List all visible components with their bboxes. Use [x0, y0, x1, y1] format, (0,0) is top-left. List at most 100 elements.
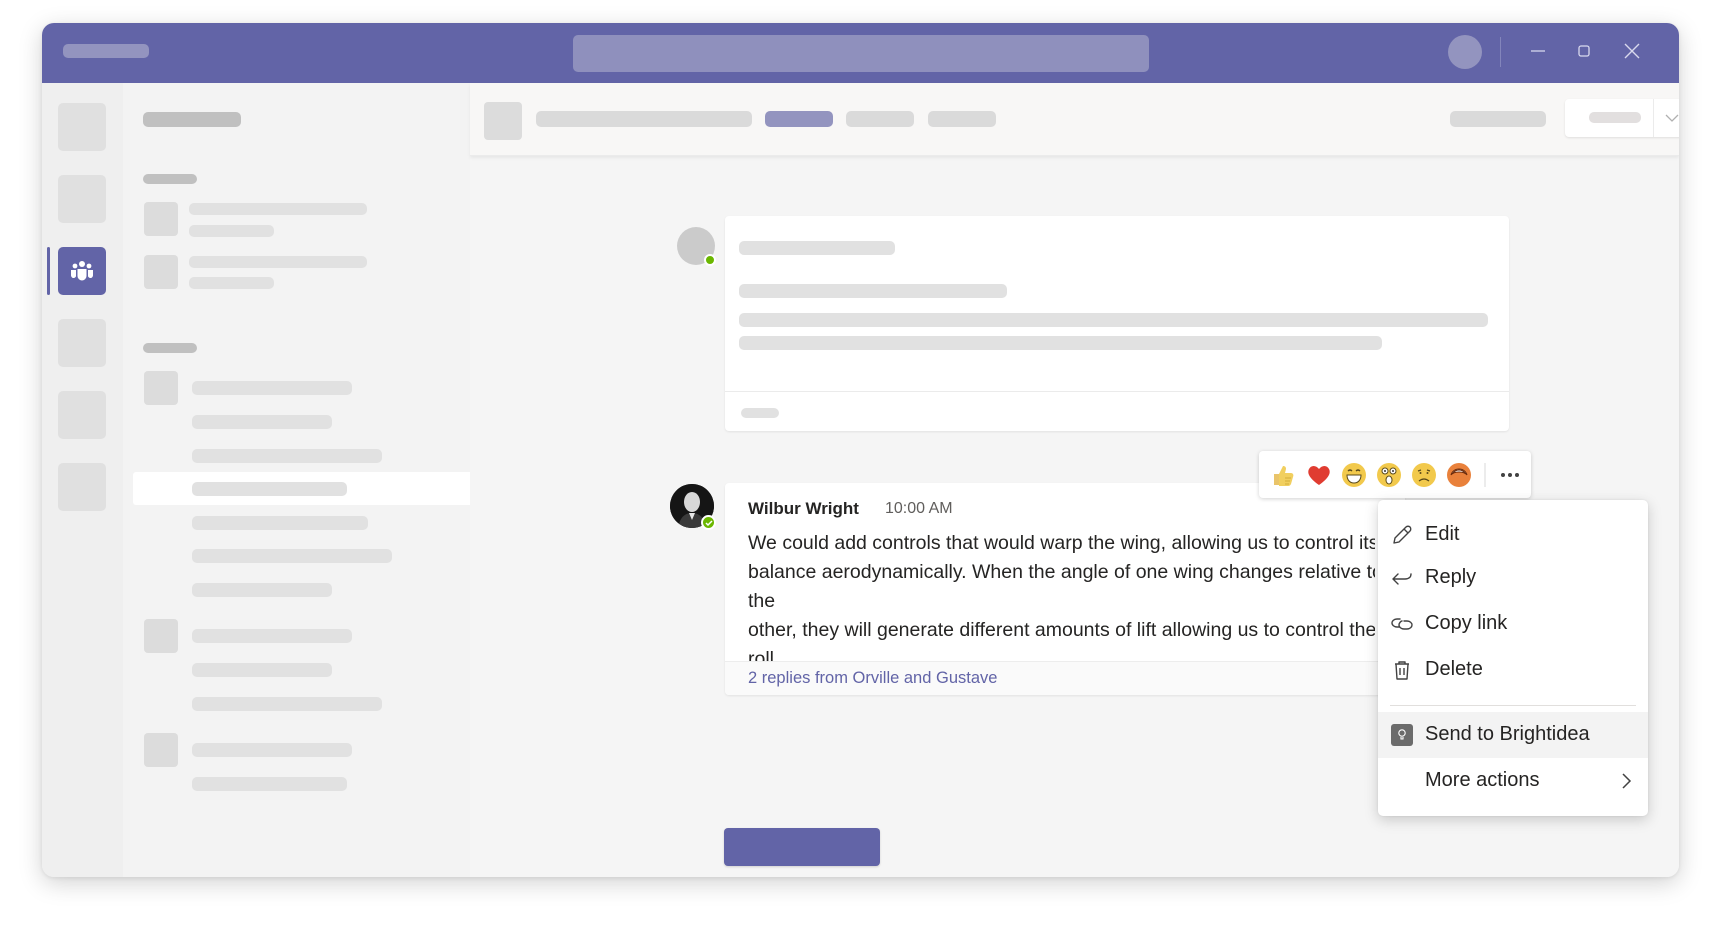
active-indicator	[47, 247, 50, 295]
menu-item-label: Copy link	[1425, 612, 1508, 634]
channel-item[interactable]	[192, 516, 368, 530]
menu-item-label: More actions	[1425, 769, 1540, 791]
team-icon-placeholder[interactable]	[144, 619, 178, 653]
section-header-placeholder	[143, 343, 197, 353]
rail-item-5[interactable]	[58, 391, 106, 439]
menu-item-send-to-brightidea[interactable]: Send to Brightidea	[1378, 712, 1648, 758]
meet-dropdown[interactable]	[1565, 99, 1679, 137]
rail-item-2[interactable]	[58, 175, 106, 223]
ellipsis-dot	[1501, 473, 1505, 477]
menu-item-reply[interactable]: Reply	[1378, 555, 1648, 601]
channel-header	[470, 83, 1679, 156]
menu-item-label: Delete	[1425, 658, 1483, 680]
tab-posts[interactable]	[765, 111, 833, 127]
menu-item-edit[interactable]: Edit	[1378, 512, 1648, 558]
channel-name-placeholder	[536, 111, 752, 127]
text-placeholder	[739, 284, 1007, 298]
titlebar-divider	[1500, 37, 1501, 67]
menu-item-copy-link[interactable]: Copy link	[1378, 601, 1648, 647]
team-icon-placeholder[interactable]	[144, 371, 178, 405]
channel-avatar-placeholder	[484, 102, 522, 140]
chevron-down-icon[interactable]	[1661, 108, 1679, 128]
thumbs-up-icon[interactable]	[1269, 461, 1297, 489]
minimize-button[interactable]	[1520, 33, 1556, 69]
channel-item[interactable]	[192, 663, 332, 677]
replies-link[interactable]: 2 replies from Orville and Gustave	[748, 669, 997, 688]
channel-item[interactable]	[192, 583, 332, 597]
minimize-icon	[1531, 50, 1545, 52]
close-button[interactable]	[1614, 33, 1650, 69]
channel-item[interactable]	[192, 777, 347, 791]
channel-item-selected-label	[192, 482, 347, 496]
meet-button-label-placeholder	[1589, 112, 1641, 123]
rail-item-6[interactable]	[58, 463, 106, 511]
text-placeholder	[739, 313, 1488, 327]
section-header-placeholder	[143, 174, 197, 184]
reply-placeholder[interactable]	[741, 408, 779, 418]
rail-item-1[interactable]	[58, 103, 106, 151]
author-placeholder	[739, 241, 895, 255]
angry-icon[interactable]	[1445, 461, 1473, 489]
teams-icon	[71, 261, 93, 281]
message-body-clip: We could add controls that would warp th…	[725, 483, 1375, 663]
team-icon-placeholder[interactable]	[144, 733, 178, 767]
maximize-icon	[1578, 45, 1590, 57]
item-subtitle-placeholder	[189, 225, 274, 237]
menu-item-delete[interactable]: Delete	[1378, 647, 1648, 693]
message-body: We could add controls that would warp th…	[748, 532, 1375, 663]
item-icon-placeholder	[144, 255, 178, 289]
item-subtitle-placeholder	[189, 277, 274, 289]
channel-item[interactable]	[192, 697, 382, 711]
message-context-menu: Edit Reply Copy link Delete Send to Brig…	[1378, 500, 1648, 816]
channel-item[interactable]	[192, 549, 392, 563]
ellipsis-dot	[1515, 473, 1519, 477]
chevron-right-icon	[1622, 773, 1632, 789]
rail-item-4[interactable]	[58, 319, 106, 367]
item-title-placeholder	[189, 256, 367, 268]
list-title-placeholder	[143, 112, 241, 127]
dropdown-divider	[1653, 99, 1654, 137]
close-icon	[1624, 43, 1640, 59]
message-footer: 2 replies from Orville and Gustave	[725, 661, 1405, 695]
menu-item-more-actions[interactable]: More actions	[1378, 758, 1648, 804]
more-options-button[interactable]	[1495, 461, 1525, 489]
checkmark-icon	[704, 519, 713, 526]
heart-icon[interactable]	[1305, 461, 1333, 489]
message-card[interactable]: Wilbur Wright 10:00 AM We could add cont…	[725, 483, 1405, 695]
channel-list-pane	[123, 83, 470, 877]
channel-item[interactable]	[192, 743, 352, 757]
pencil-icon	[1393, 525, 1412, 544]
channel-item[interactable]	[192, 629, 352, 643]
sad-icon[interactable]	[1410, 461, 1438, 489]
surprised-icon[interactable]	[1375, 461, 1403, 489]
search-bar[interactable]	[573, 35, 1149, 72]
channel-item[interactable]	[192, 381, 352, 395]
text-placeholder	[739, 336, 1382, 350]
presence-indicator	[704, 254, 716, 266]
channel-item[interactable]	[192, 415, 332, 429]
tab-files[interactable]	[846, 111, 914, 127]
tab-wiki[interactable]	[928, 111, 996, 127]
laugh-icon[interactable]	[1340, 461, 1368, 489]
app-title-placeholder	[63, 44, 149, 58]
ellipsis-dot	[1508, 473, 1512, 477]
menu-item-label: Edit	[1425, 523, 1460, 545]
item-title-placeholder	[189, 203, 367, 215]
menu-item-label: Reply	[1425, 566, 1477, 588]
conversation-pane: Wilbur Wright 10:00 AM We could add cont…	[470, 83, 1679, 877]
item-icon-placeholder	[144, 202, 178, 236]
channel-item[interactable]	[192, 449, 382, 463]
trash-icon	[1395, 661, 1409, 680]
reply-arrow-icon	[1392, 573, 1412, 585]
header-action-placeholder[interactable]	[1450, 111, 1546, 127]
rail-item-teams[interactable]	[58, 247, 106, 295]
maximize-button[interactable]	[1566, 33, 1602, 69]
menu-item-label: Send to Brightidea	[1425, 723, 1590, 745]
menu-divider	[1390, 705, 1636, 706]
title-bar	[42, 23, 1679, 83]
new-conversation-button[interactable]	[724, 828, 880, 866]
app-rail	[42, 83, 123, 877]
profile-avatar[interactable]	[1448, 35, 1482, 69]
reaction-divider	[1484, 463, 1486, 487]
reaction-bar	[1259, 451, 1531, 498]
